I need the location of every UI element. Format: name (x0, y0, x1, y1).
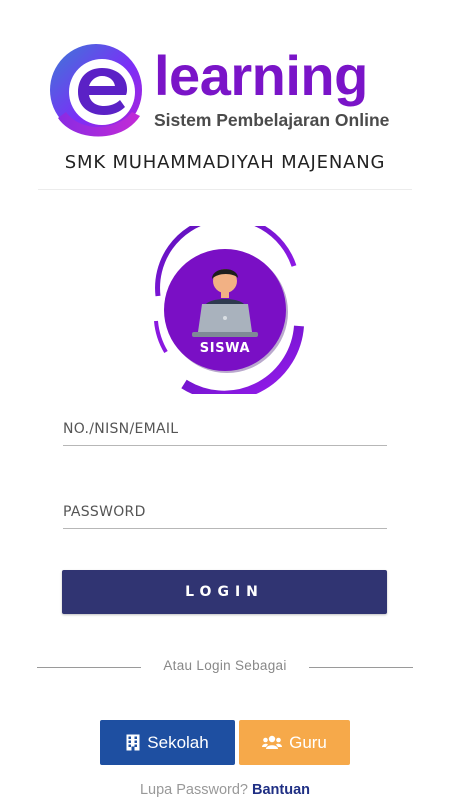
forgot-password-row: Lupa Password? Bantuan (0, 782, 450, 798)
guru-login-button[interactable]: Guru (239, 720, 350, 765)
alt-login-divider: Atau Login Sebagai (37, 658, 413, 676)
e-letter-logo-icon (50, 44, 142, 137)
brand-logo: learning Sistem Pembelajaran Online (44, 38, 389, 142)
username-input[interactable] (63, 412, 387, 445)
sekolah-login-button[interactable]: Sekolah (100, 720, 235, 765)
forgot-password-text: Lupa Password? (139, 782, 248, 798)
password-input[interactable] (63, 495, 387, 528)
header-divider (38, 189, 412, 190)
brand-tagline: Sistem Pembelajaran Online (154, 110, 390, 130)
login-button[interactable]: LOGIN (62, 570, 387, 614)
role-label: SISWA (199, 341, 251, 356)
school-name: SMK MUHAMMADIYAH MAJENANG (64, 152, 386, 173)
username-field-wrapper (63, 412, 387, 446)
building-icon (126, 734, 140, 751)
help-link[interactable]: Bantuan (252, 782, 310, 798)
alt-login-text: Atau Login Sebagai (163, 658, 287, 673)
users-icon (262, 735, 283, 750)
student-laptop-icon (154, 215, 304, 401)
brand-wordmark: learning (154, 44, 368, 107)
login-page: learning Sistem Pembelajaran Online SMK … (0, 0, 450, 800)
role-avatar: SISWA (144, 215, 306, 401)
divider-line-right (309, 667, 413, 668)
password-field-wrapper (63, 495, 387, 529)
sekolah-label: Sekolah (147, 732, 209, 752)
guru-label: Guru (289, 732, 327, 752)
